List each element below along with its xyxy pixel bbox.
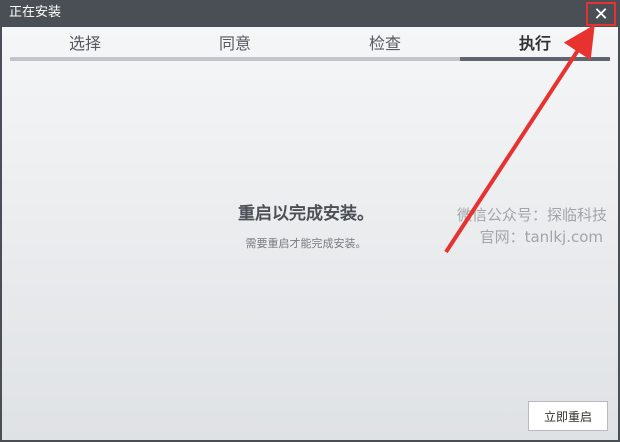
tab-agree[interactable]: 同意 (160, 31, 310, 61)
title-bar: 正在安装 ✕ (0, 0, 620, 27)
watermark-line1: 微信公众号：探临科技 (457, 206, 608, 224)
close-icon: ✕ (593, 3, 609, 25)
step-tabs: 选择 同意 检查 执行 (10, 31, 610, 61)
watermark-line2: 官网：tanlkj.com (479, 228, 604, 246)
tab-execute[interactable]: 执行 (460, 31, 610, 61)
restart-now-button[interactable]: 立即重启 (528, 401, 608, 431)
watermark: 微信公众号：探临科技 官网：tanlkj.com (457, 205, 607, 248)
tab-select[interactable]: 选择 (10, 31, 160, 61)
client-area: 选择 同意 检查 执行 重启以完成安装。 需要重启才能完成安装。 微信公众号：探… (2, 27, 618, 440)
close-button[interactable]: ✕ (586, 2, 616, 26)
window-title: 正在安装 (9, 5, 62, 20)
tab-check[interactable]: 检查 (310, 31, 460, 61)
installer-window: 正在安装 ✕ 选择 同意 检查 执行 重启以完成安装。 需要重启才能完成安装。 … (0, 0, 620, 442)
